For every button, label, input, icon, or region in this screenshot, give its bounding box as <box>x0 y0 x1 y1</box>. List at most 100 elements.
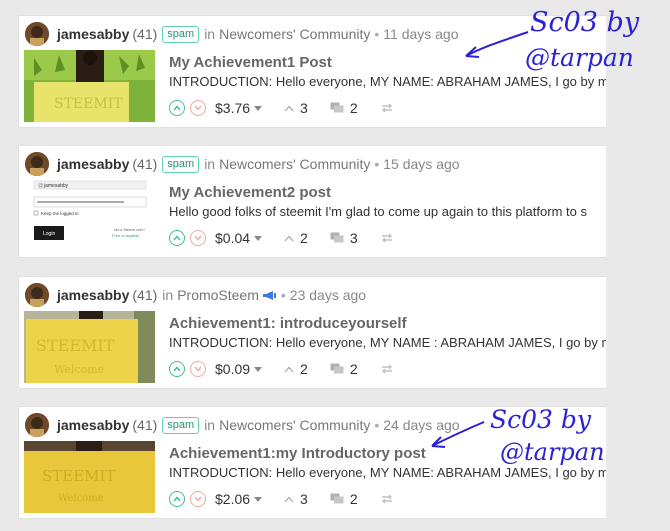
avatar[interactable] <box>25 152 49 176</box>
login-form-screenshot: @ jamesabby Keep me logged in Login Not … <box>24 180 155 252</box>
downvote-button[interactable] <box>190 491 206 507</box>
payout-dropdown-icon[interactable] <box>254 496 263 502</box>
community-link[interactable]: Newcomers' Community <box>219 26 370 42</box>
avatar[interactable] <box>25 22 49 46</box>
author-link[interactable]: jamesabby <box>57 287 129 303</box>
post-title[interactable]: My Achievement1 Post <box>169 54 332 71</box>
reblog-button[interactable] <box>380 363 394 375</box>
payout-dropdown-icon[interactable] <box>254 105 263 111</box>
reblog-button[interactable] <box>380 493 394 505</box>
post-feed: jamesabby (41) spam in Newcomers' Commun… <box>0 0 670 531</box>
comment-count[interactable]: 2 <box>330 491 358 507</box>
author-reputation: (41) <box>132 287 158 303</box>
reblog-icon <box>381 103 392 113</box>
author-link[interactable]: jamesabby <box>57 417 129 433</box>
post-summary[interactable]: INTRODUCTION: Hello everyone, MY NAME: A… <box>169 465 606 480</box>
comment-count-value: 2 <box>349 361 358 377</box>
spam-tag: spam <box>162 25 200 43</box>
reblog-button[interactable] <box>380 102 394 114</box>
downvote-button[interactable] <box>190 361 206 377</box>
comment-count-value: 3 <box>349 230 358 246</box>
post-time[interactable]: 23 days ago <box>290 287 366 303</box>
separator-dot: • <box>374 156 380 172</box>
reblog-icon <box>381 364 392 374</box>
post-summary[interactable]: INTRODUCTION: Hello everyone, MY NAME: A… <box>169 74 606 89</box>
comments-icon <box>330 102 344 113</box>
svg-text:Welcome: Welcome <box>54 363 104 376</box>
vote-count[interactable]: 3 <box>284 100 308 116</box>
chevron-up-icon <box>173 496 181 502</box>
payout-value[interactable]: $0.04 <box>215 230 250 246</box>
post-title[interactable]: Achievement1:my Introductory post <box>169 445 426 462</box>
upvote-button[interactable] <box>169 361 185 377</box>
post-actions: $0.04 2 3 <box>169 228 394 248</box>
post-summary[interactable]: Hello good folks of steemit I'm glad to … <box>169 204 587 219</box>
votes-chevron-icon <box>284 235 294 241</box>
in-label: in <box>204 26 216 42</box>
comment-count-value: 2 <box>349 491 358 507</box>
reblog-icon <box>381 494 392 504</box>
comment-count[interactable]: 2 <box>330 100 358 116</box>
payout-value[interactable]: $3.76 <box>215 100 250 116</box>
author-link[interactable]: jamesabby <box>57 26 129 42</box>
post-header: jamesabby (41) spam in Newcomers' Commun… <box>25 152 460 176</box>
person-holding-steemit-sign-yellow-photo: STEEMIT Welcome <box>24 311 155 383</box>
post-time[interactable]: 11 days ago <box>383 26 458 42</box>
comments-icon <box>330 232 344 243</box>
payout-dropdown-icon[interactable] <box>254 235 263 241</box>
thumb-username: jamesabby <box>43 183 69 189</box>
in-label: in <box>204 156 216 172</box>
author-reputation: (41) <box>132 26 158 42</box>
post-thumbnail[interactable]: STEEMIT Welcome <box>24 441 155 513</box>
post-time[interactable]: 15 days ago <box>383 156 459 172</box>
post-thumbnail[interactable]: STEEMIT Welcome <box>24 311 155 383</box>
post-thumbnail[interactable]: @ jamesabby Keep me logged in Login Not … <box>24 180 155 252</box>
thumb-new-user: Not a Steemit user? <box>114 228 145 232</box>
post-actions: $0.09 2 2 <box>169 359 394 379</box>
vote-count[interactable]: 2 <box>284 230 308 246</box>
separator-dot: • <box>280 287 286 303</box>
comment-count[interactable]: 3 <box>330 230 358 246</box>
thumb-login-button: Login <box>43 231 55 237</box>
chevron-down-icon <box>194 105 202 111</box>
community-link[interactable]: Newcomers' Community <box>219 417 370 433</box>
payout-value[interactable]: $2.06 <box>215 491 250 507</box>
post-summary[interactable]: INTRODUCTION: Hello everyone, MY NAME : … <box>169 335 606 350</box>
thumb-free-register: Free to register <box>112 233 140 238</box>
post-header: jamesabby (41) in PromoSteem • 23 days a… <box>25 283 366 307</box>
separator-dot: • <box>374 26 380 42</box>
reblog-button[interactable] <box>380 232 394 244</box>
post-time[interactable]: 24 days ago <box>383 417 459 433</box>
spam-tag: spam <box>162 155 200 173</box>
avatar[interactable] <box>25 413 49 437</box>
vote-count[interactable]: 2 <box>284 361 308 377</box>
vote-count-value: 3 <box>300 100 308 116</box>
upvote-button[interactable] <box>169 100 185 116</box>
payout-value[interactable]: $0.09 <box>215 361 250 377</box>
avatar[interactable] <box>25 283 49 307</box>
post-actions: $3.76 3 2 <box>169 98 394 118</box>
community-link[interactable]: PromoSteem <box>177 287 259 303</box>
comment-count[interactable]: 2 <box>330 361 358 377</box>
community-link[interactable]: Newcomers' Community <box>219 156 370 172</box>
chevron-down-icon <box>194 235 202 241</box>
upvote-button[interactable] <box>169 230 185 246</box>
post-header: jamesabby (41) spam in Newcomers' Commun… <box>25 22 459 46</box>
megaphone-icon <box>262 290 276 300</box>
post-title[interactable]: Achievement1: introduceyourself <box>169 315 407 332</box>
post-thumbnail[interactable]: STEEMIT <box>24 50 155 122</box>
payout-dropdown-icon[interactable] <box>254 366 263 372</box>
vote-count-value: 2 <box>300 230 308 246</box>
votes-chevron-icon <box>284 105 294 111</box>
post-actions: $2.06 3 2 <box>169 489 394 509</box>
author-link[interactable]: jamesabby <box>57 156 129 172</box>
svg-text:STEEMIT: STEEMIT <box>54 96 123 112</box>
upvote-button[interactable] <box>169 491 185 507</box>
downvote-button[interactable] <box>190 100 206 116</box>
downvote-button[interactable] <box>190 230 206 246</box>
vote-count-value: 2 <box>300 361 308 377</box>
post-title[interactable]: My Achievement2 post <box>169 184 331 201</box>
vote-count[interactable]: 3 <box>284 491 308 507</box>
comments-icon <box>330 493 344 504</box>
spam-tag: spam <box>162 416 200 434</box>
